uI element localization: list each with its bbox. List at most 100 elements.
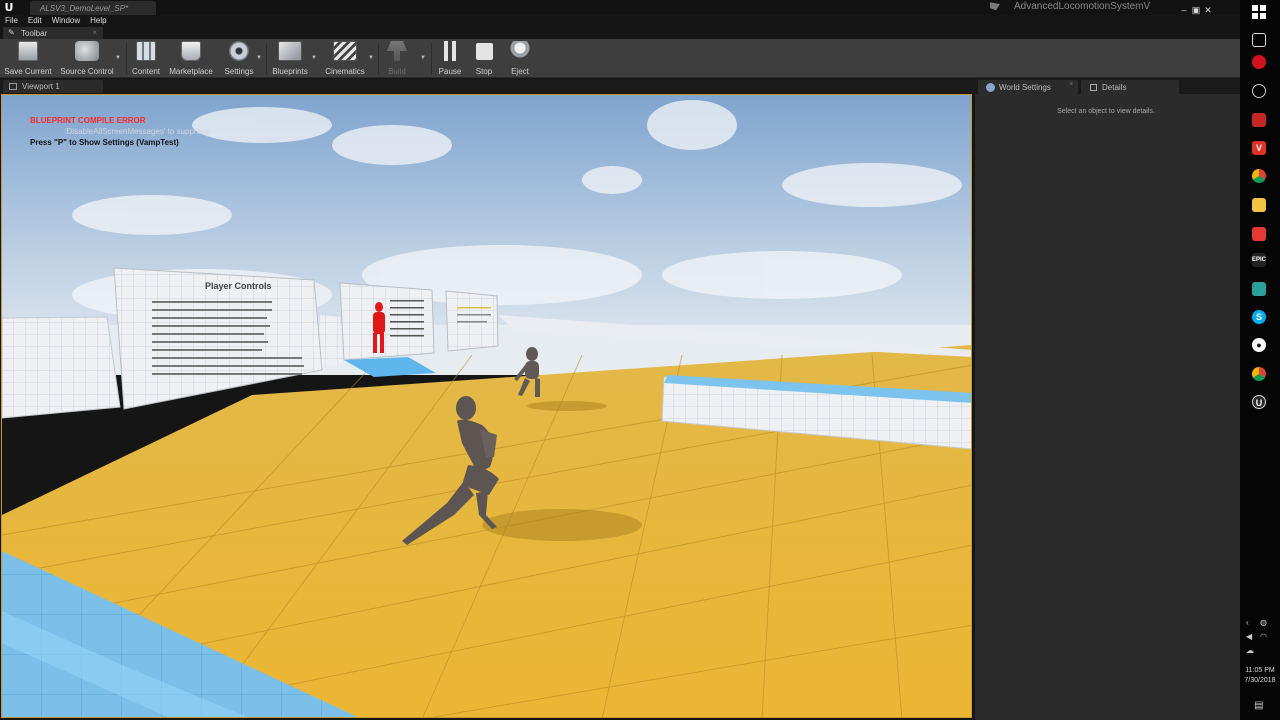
close-icon[interactable]: × [1069, 81, 1073, 88]
blueprint-error-message: BLUEPRINT COMPILE ERROR [30, 116, 146, 125]
app-circle-icon[interactable] [1252, 84, 1266, 98]
globe-icon [986, 83, 995, 92]
cinematics-button[interactable]: Cinematics [322, 41, 368, 76]
menu-window[interactable]: Window [47, 15, 85, 26]
minimize-button[interactable]: – [1178, 5, 1190, 15]
tab-toolbar-close[interactable]: × [92, 28, 97, 37]
marketplace-button[interactable]: Marketplace [168, 41, 214, 76]
save-icon [18, 41, 38, 61]
tab-viewport-1[interactable]: Viewport 1 [3, 80, 103, 93]
details-icon [1090, 84, 1097, 91]
scene-render[interactable]: Player Controls [2, 95, 972, 718]
stop-label: Stop [475, 67, 493, 76]
vivaldi-icon[interactable]: V [1252, 141, 1266, 155]
eject-button[interactable]: Eject [506, 41, 534, 76]
epic-games-icon[interactable]: EPIC [1252, 253, 1266, 267]
project-name-label: AdvancedLocomotionSystemV [1014, 1, 1151, 12]
build-dropdown-icon[interactable]: ▼ [420, 55, 426, 61]
project-icon [990, 2, 1000, 11]
app-red-car-icon[interactable] [1252, 113, 1266, 127]
stop-button[interactable]: Stop [470, 41, 498, 76]
level-document-tab[interactable]: ALSV3_DemoLevel_SP* [30, 1, 156, 15]
title-bar: U ALSV3_DemoLevel_SP* AdvancedLocomotion… [0, 0, 1240, 15]
toolbar-divider [266, 43, 267, 74]
tab-world-settings-label: World Settings [999, 83, 1051, 92]
source-control-label: Source Control [60, 67, 114, 76]
source-control-dropdown-icon[interactable]: ▼ [115, 55, 121, 61]
build-label: Build [388, 67, 406, 76]
unreal-engine-icon[interactable]: U [1252, 395, 1266, 409]
save-current-label: Save Current [4, 67, 52, 76]
source-control-icon [75, 41, 99, 61]
app-teal-icon[interactable] [1252, 282, 1266, 296]
toolbar-divider [126, 43, 127, 74]
back-wall-segment [320, 315, 342, 367]
suppress-message: 'DisableAllScreenMessages' to suppress [65, 127, 210, 136]
task-view-icon[interactable] [1252, 33, 1266, 47]
level-viewport[interactable]: Player Controls BLUEPRINT COMPILE ERROR … [1, 94, 972, 718]
skype-icon[interactable]: S [1252, 310, 1266, 324]
chrome-icon-2[interactable] [1252, 367, 1266, 381]
network-icon[interactable]: ◍ [1260, 618, 1267, 627]
settings-label: Settings [224, 67, 254, 76]
left-wall [2, 316, 121, 419]
eject-label: Eject [511, 67, 529, 76]
tab-toolbar[interactable]: ✎ Toolbar × [3, 27, 103, 39]
clock[interactable]: 11:05 PM 7/30/2018 [1240, 666, 1280, 686]
eject-icon [509, 41, 531, 61]
build-button[interactable]: Build [383, 41, 411, 76]
clock-time: 11:05 PM [1245, 667, 1275, 674]
menu-file[interactable]: File [0, 15, 23, 26]
chrome-icon[interactable] [1252, 169, 1266, 183]
file-explorer-icon[interactable] [1252, 198, 1266, 212]
chevron-left-icon[interactable]: ‹ [1246, 618, 1249, 627]
toolbar-divider [431, 43, 432, 74]
blueprints-dropdown-icon[interactable]: ▼ [311, 55, 317, 61]
blueprints-label: Blueprints [272, 67, 308, 76]
app-red-icon-2[interactable] [1252, 227, 1266, 241]
main-character-shadow [482, 509, 642, 541]
windows-icon[interactable] [1252, 5, 1266, 19]
blueprints-icon [278, 41, 302, 61]
main-toolbar: Save Current Source Control ▼ Content Ma… [0, 39, 1240, 78]
app-chat-icon[interactable]: ● [1252, 338, 1266, 352]
menu-help[interactable]: Help [85, 15, 111, 26]
cloud-icon[interactable]: ☁ [1246, 646, 1254, 655]
tab-details-label: Details [1102, 83, 1127, 92]
settings-hint-message: Press "P" to Show Settings (VampTest) [30, 138, 179, 147]
menu-edit[interactable]: Edit [23, 15, 47, 26]
gear-icon [229, 41, 249, 61]
content-button[interactable]: Content [130, 41, 162, 76]
tab-world-settings[interactable]: World Settings [978, 80, 1078, 94]
second-character-shadow [527, 401, 607, 411]
stop-icon [475, 43, 493, 60]
cinematics-dropdown-icon[interactable]: ▼ [368, 55, 374, 61]
windows-logo-icon [1252, 5, 1266, 19]
wrench-icon: ✎ [8, 28, 15, 37]
wifi-icon[interactable]: ◠ [1260, 632, 1267, 641]
content-label: Content [131, 67, 161, 76]
pause-button[interactable]: Pause [436, 41, 464, 76]
right-panel-tab-row: World Settings × Details [975, 78, 1240, 94]
source-control-button[interactable]: Source Control [58, 41, 116, 76]
viewport-tab-row: Viewport 1 [0, 79, 975, 93]
toolbar-tab-row: ✎ Toolbar × [0, 27, 1240, 39]
settings-button[interactable]: Settings [222, 41, 256, 76]
blueprints-button[interactable]: Blueprints [270, 41, 310, 76]
project-name: AdvancedLocomotionSystemV [990, 1, 1150, 12]
clock-date: 7/30/2018 [1244, 677, 1276, 684]
settings-dropdown-icon[interactable]: ▼ [256, 55, 262, 61]
notifications-icon[interactable]: ▤ [1254, 700, 1263, 711]
tab-details[interactable]: Details [1081, 80, 1179, 94]
unreal-logo-icon[interactable]: U [2, 1, 16, 14]
marketplace-label: Marketplace [169, 67, 213, 76]
volume-icon[interactable]: ◀ [1246, 632, 1252, 641]
viewport-icon [9, 83, 17, 90]
windows-taskbar: V EPIC S ● U ‹ ◍ ◀ ◠ ☁ 11:05 PM 7/30/201… [1240, 0, 1280, 720]
save-current-button[interactable]: Save Current [4, 41, 52, 76]
details-empty-hint: Select an object to view details. [1057, 108, 1155, 115]
clapperboard-icon [333, 41, 357, 61]
cinematics-label: Cinematics [325, 67, 365, 76]
menu-bar: File Edit Window Help [0, 15, 1240, 27]
app-red-icon[interactable] [1252, 55, 1266, 69]
